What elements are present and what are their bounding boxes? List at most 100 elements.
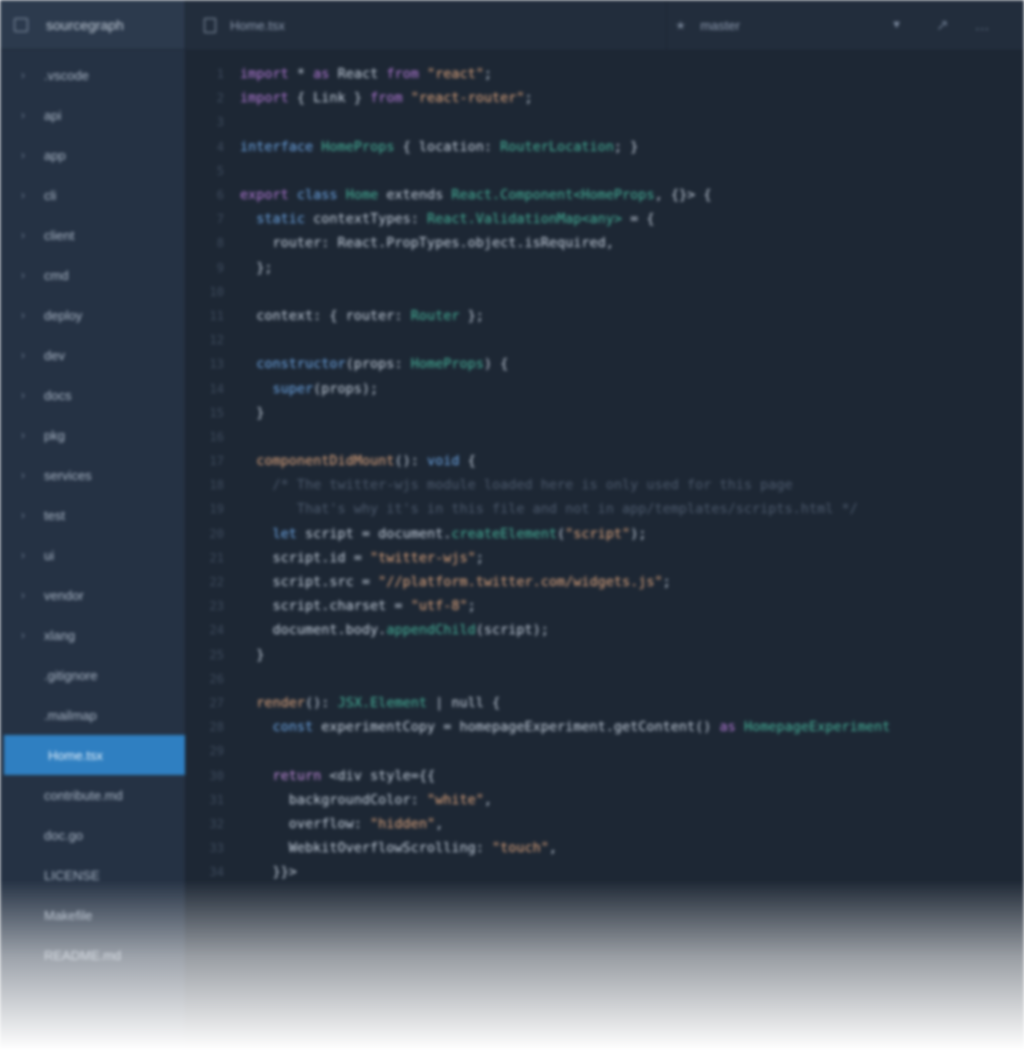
- tree-item[interactable]: › docs: [0, 375, 185, 415]
- line-number: 4: [216, 139, 224, 154]
- code-line: 17 componentDidMount (): void {: [186, 449, 1024, 473]
- code-token: {: [459, 453, 476, 470]
- code-token: );: [630, 525, 647, 542]
- code-token: "react": [427, 66, 484, 83]
- code-token: Home: [345, 187, 379, 204]
- code-token: ;: [524, 90, 533, 107]
- tree-item[interactable]: › .vscode: [0, 55, 185, 95]
- chevron-right-icon: ›: [21, 68, 25, 82]
- repo-header[interactable]: sourcegraph: [0, 0, 185, 50]
- chevron-right-icon: ›: [21, 548, 25, 562]
- code-token: ():: [394, 453, 427, 470]
- code-token: (: [557, 525, 566, 542]
- tree-item[interactable]: › cli: [0, 175, 185, 215]
- code-line: 2 import { Link } from "react-router";: [186, 86, 1024, 110]
- chevron-right-icon: ›: [21, 268, 25, 282]
- code-token: appendChild: [386, 622, 476, 639]
- code-line: 11 context: { router: Router };: [186, 304, 1024, 328]
- chevron-right-icon: ›: [21, 628, 25, 642]
- tree-item[interactable]: ›.mailmap: [0, 695, 185, 735]
- code-line: 18 /* The twitter-wjs module loaded here…: [186, 473, 1024, 497]
- repo-icon: [14, 17, 28, 32]
- line-number: 7: [216, 212, 224, 227]
- external-link-icon[interactable]: ↗: [936, 16, 949, 34]
- chevron-right-icon: ›: [21, 148, 25, 162]
- tree-item[interactable]: › ui: [0, 535, 185, 575]
- code-token: let: [272, 525, 297, 542]
- code-line: 3: [186, 110, 1024, 134]
- code-token: <div style={{: [321, 767, 436, 784]
- tree-item[interactable]: › client: [0, 215, 185, 255]
- code-line: 23 script.charset = "utf-8";: [186, 594, 1024, 618]
- tree-item[interactable]: ›.gitignore: [0, 655, 185, 695]
- code-token: createElement: [451, 525, 558, 542]
- tree-item[interactable]: › test: [0, 495, 185, 535]
- code-token: HomeProps: [321, 138, 395, 155]
- tree-item-label: dev: [44, 347, 65, 363]
- code-line: 19 That's why it's in this file and not …: [186, 497, 1024, 521]
- code-line: 29: [186, 739, 1024, 763]
- tree-item[interactable]: ›contribute.md: [0, 775, 185, 815]
- code-token: as: [719, 719, 736, 736]
- tree-item-label: contribute.md: [44, 787, 123, 803]
- tree-item[interactable]: › dev: [0, 335, 185, 375]
- tree-item[interactable]: ›doc.go: [0, 815, 185, 855]
- code-token: "//platform.twitter.com/widgets.js": [378, 574, 663, 591]
- code-token: ;: [483, 66, 493, 83]
- file-name: Home.tsx: [230, 17, 285, 33]
- code-browser-app: sourcegraph › .vscode › api › app › cli › client ›…: [0, 0, 1024, 1050]
- tree-item[interactable]: › vendor: [0, 575, 185, 615]
- tree-item[interactable]: › xlang: [0, 615, 185, 655]
- tree-item[interactable]: ›README.md: [0, 935, 185, 975]
- code-token: class: [296, 187, 338, 204]
- code-token: (props:: [345, 356, 411, 373]
- tree-item-label: .vscode: [44, 67, 89, 83]
- file-header-bar: Home.tsx 🟉 master ▼ ↗ …: [186, 0, 1024, 51]
- code-line: 4 interface HomeProps { location: RouterL…: [186, 135, 1024, 159]
- line-number: 13: [209, 357, 224, 372]
- file-icon: [204, 17, 216, 33]
- tree-item[interactable]: › api: [0, 95, 185, 135]
- line-number: 16: [209, 429, 224, 444]
- code-token: ,: [548, 840, 558, 857]
- code-token: { location:: [394, 138, 501, 155]
- line-number: 25: [209, 647, 224, 662]
- branch-selector[interactable]: 🟉 master ▼: [666, 0, 916, 50]
- line-number: 2: [216, 91, 224, 106]
- chevron-right-icon: ›: [21, 188, 25, 202]
- code-line: 28 const experimentCopy = homepageExperi…: [186, 715, 1024, 739]
- code-token: ,: [435, 815, 444, 832]
- code-token: "react-router": [410, 90, 525, 107]
- code-token: ;: [662, 574, 671, 591]
- code-line: 21 script.id = "twitter-wjs";: [186, 546, 1024, 570]
- tree-item[interactable]: › deploy: [0, 295, 185, 335]
- code-line: 34 }}>: [186, 860, 1024, 884]
- tree-item[interactable]: ›Home.tsx: [4, 735, 185, 775]
- line-number: 8: [216, 236, 224, 251]
- tree-item[interactable]: › app: [0, 135, 185, 175]
- line-number: 11: [209, 308, 224, 323]
- code-token: componentDidMount: [256, 453, 395, 470]
- code-token: { Link }: [288, 90, 371, 107]
- tree-item[interactable]: › pkg: [0, 415, 185, 455]
- tree-item[interactable]: ›LICENSE: [0, 855, 185, 895]
- code-line: 9 };: [186, 256, 1024, 280]
- code-token: from: [370, 90, 403, 107]
- code-token: (props);: [313, 380, 379, 397]
- tree-item[interactable]: ›Makefile: [0, 895, 185, 935]
- line-number: 14: [209, 381, 224, 396]
- tree-item[interactable]: › cmd: [0, 255, 185, 295]
- tree-item-label: test: [44, 507, 65, 523]
- code-token: | null {: [426, 694, 501, 711]
- file-tab[interactable]: Home.tsx: [186, 0, 666, 50]
- tree-item-label: LICENSE: [44, 867, 100, 883]
- code-token: as: [313, 66, 330, 83]
- tree-item-label: README.md: [44, 947, 122, 963]
- more-icon[interactable]: …: [975, 17, 990, 34]
- line-number: 19: [209, 502, 224, 517]
- code-view[interactable]: 1 import * as React from "react"; 2 import …: [186, 62, 1024, 884]
- code-line: 26: [186, 667, 1024, 691]
- tree-item[interactable]: › services: [0, 455, 185, 495]
